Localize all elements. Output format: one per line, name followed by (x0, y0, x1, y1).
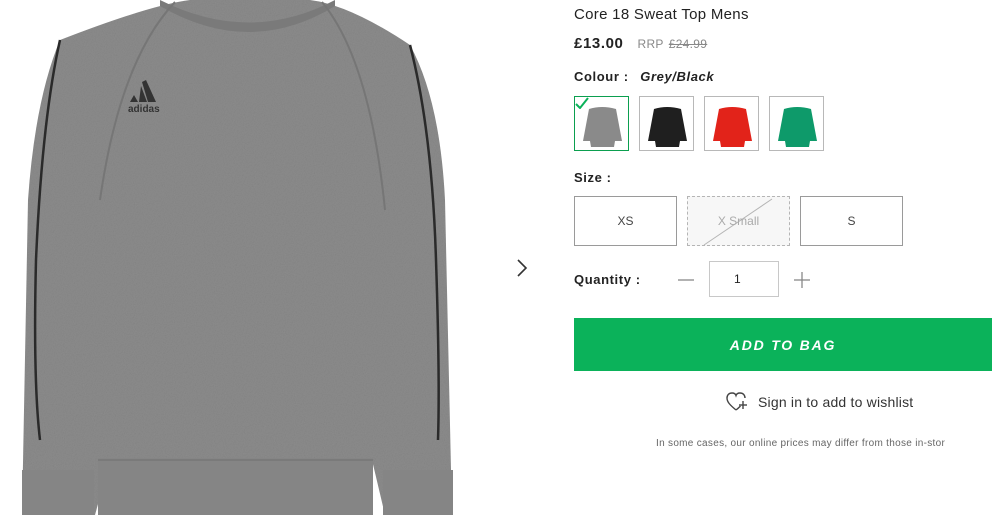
product-image: adidas (0, 0, 500, 515)
wishlist-text: Sign in to add to wishlist (758, 394, 914, 410)
rrp-price: £24.99 (668, 37, 708, 51)
sweater-illustration: adidas (22, 0, 453, 515)
colour-swatch-grey[interactable] (574, 96, 629, 151)
quantity-input[interactable] (709, 261, 779, 297)
plus-icon[interactable] (792, 270, 812, 290)
minus-icon[interactable] (676, 270, 696, 290)
size-options: XS X Small S (574, 196, 903, 246)
product-details: Core 18 Sweat Top Mens £13.00 RRP £24.99… (574, 0, 992, 515)
size-option-label: X Small (717, 214, 760, 228)
colour-row: Colour : Grey/Black (574, 69, 714, 84)
colour-swatch-black[interactable] (639, 96, 694, 151)
product-price: £13.00 (574, 35, 624, 52)
quantity-label: Quantity : (574, 272, 641, 287)
svg-text:adidas: adidas (128, 104, 160, 115)
size-label: Size : (574, 170, 612, 185)
price-disclaimer: In some cases, our online prices may dif… (656, 438, 946, 449)
colour-swatch-green[interactable] (769, 96, 824, 151)
chevron-right-icon[interactable] (512, 256, 534, 280)
colour-swatches (574, 96, 824, 151)
rrp-label: RRP (637, 37, 664, 51)
size-option-x-small[interactable]: X Small (687, 196, 790, 246)
size-option-xs[interactable]: XS (574, 196, 677, 246)
price-row: £13.00 RRP £24.99 (574, 35, 707, 52)
selected-colour: Grey/Black (640, 69, 715, 84)
checkmark-icon (575, 97, 589, 109)
add-to-bag-button[interactable]: ADD TO BAG (574, 318, 992, 371)
heart-plus-icon (726, 392, 747, 411)
product-title: Core 18 Sweat Top Mens (574, 6, 749, 23)
colour-label: Colour : (574, 69, 629, 84)
size-option-s[interactable]: S (800, 196, 903, 246)
wishlist-link[interactable]: Sign in to add to wishlist (726, 392, 913, 412)
colour-swatch-red[interactable] (704, 96, 759, 151)
